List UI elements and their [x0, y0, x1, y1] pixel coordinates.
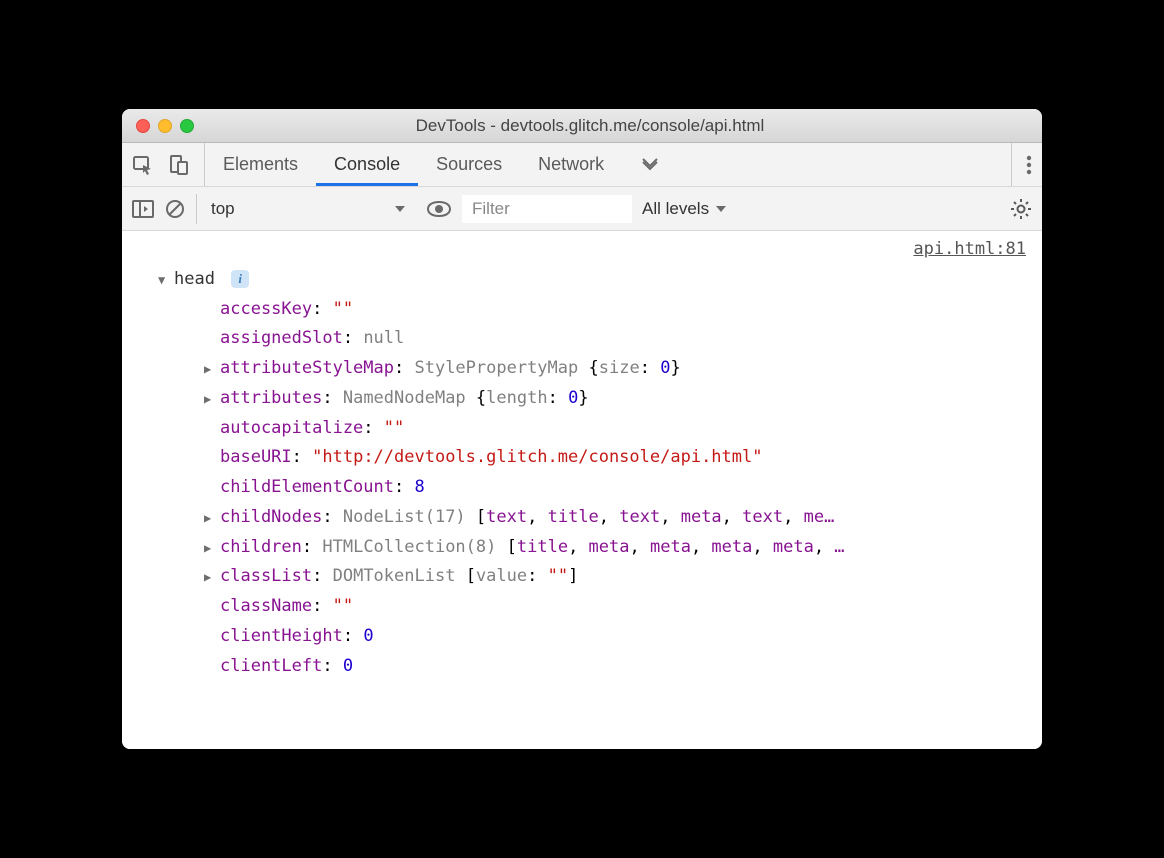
prop-accessKey[interactable]: accessKey: ""	[204, 295, 1042, 325]
chevron-down-icon	[394, 203, 406, 215]
object-header[interactable]: ▼head i	[158, 265, 1042, 295]
live-expression-icon[interactable]	[426, 200, 452, 218]
prop-attributes[interactable]: ▶attributes: NamedNodeMap {length: 0}	[204, 384, 1042, 414]
kebab-menu-icon[interactable]	[1026, 154, 1032, 176]
info-icon[interactable]: i	[231, 270, 249, 288]
prop-childNodes[interactable]: ▶childNodes: NodeList(17) [text, title, …	[204, 503, 1042, 533]
tab-sources[interactable]: Sources	[418, 143, 520, 186]
chevron-down-icon	[715, 203, 727, 215]
prop-children[interactable]: ▶children: HTMLCollection(8) [title, met…	[204, 533, 1042, 563]
prop-clientLeft[interactable]: clientLeft: 0	[204, 652, 1042, 682]
tab-network[interactable]: Network	[520, 143, 622, 186]
window-title: DevTools - devtools.glitch.me/console/ap…	[152, 116, 1028, 136]
devtools-window: DevTools - devtools.glitch.me/console/ap…	[122, 109, 1042, 749]
logged-object: ▼head i accessKey: "" assignedSlot: null…	[122, 265, 1042, 682]
log-levels-select[interactable]: All levels	[642, 199, 727, 219]
prop-className[interactable]: className: ""	[204, 592, 1042, 622]
levels-label: All levels	[642, 199, 709, 219]
prop-baseURI[interactable]: baseURI: "http://devtools.glitch.me/cons…	[204, 443, 1042, 473]
object-name: head	[174, 269, 215, 289]
context-label: top	[211, 199, 235, 219]
disclosure-right-icon: ▶	[204, 508, 216, 529]
prop-classList[interactable]: ▶classList: DOMTokenList [value: ""]	[204, 562, 1042, 592]
prop-assignedSlot[interactable]: assignedSlot: null	[204, 324, 1042, 354]
execution-context-select[interactable]: top	[196, 194, 416, 224]
source-link[interactable]: api.html:81	[122, 235, 1042, 265]
console-toolbar: top All levels	[122, 187, 1042, 231]
prop-attributeStyleMap[interactable]: ▶attributeStyleMap: StylePropertyMap {si…	[204, 354, 1042, 384]
inspect-element-icon[interactable]	[132, 154, 154, 176]
tab-elements[interactable]: Elements	[205, 143, 316, 186]
console-sidebar-toggle-icon[interactable]	[132, 199, 154, 219]
titlebar: DevTools - devtools.glitch.me/console/ap…	[122, 109, 1042, 143]
prop-childElementCount[interactable]: childElementCount: 8	[204, 473, 1042, 503]
disclosure-down-icon: ▼	[158, 270, 170, 291]
disclosure-right-icon: ▶	[204, 538, 216, 559]
disclosure-right-icon: ▶	[204, 389, 216, 410]
close-button[interactable]	[136, 119, 150, 133]
prop-clientHeight[interactable]: clientHeight: 0	[204, 622, 1042, 652]
console-settings-icon[interactable]	[1010, 198, 1032, 220]
clear-console-icon[interactable]	[164, 198, 186, 220]
device-toolbar-icon[interactable]	[168, 154, 190, 176]
disclosure-right-icon: ▶	[204, 567, 216, 588]
disclosure-right-icon: ▶	[204, 359, 216, 380]
console-output: api.html:81 ▼head i accessKey: "" assign…	[122, 231, 1042, 749]
tab-console[interactable]: Console	[316, 143, 418, 186]
tab-bar: Elements Console Sources Network	[122, 143, 1042, 187]
more-tabs-button[interactable]	[622, 143, 678, 186]
filter-input[interactable]	[462, 195, 632, 223]
prop-autocapitalize[interactable]: autocapitalize: ""	[204, 414, 1042, 444]
